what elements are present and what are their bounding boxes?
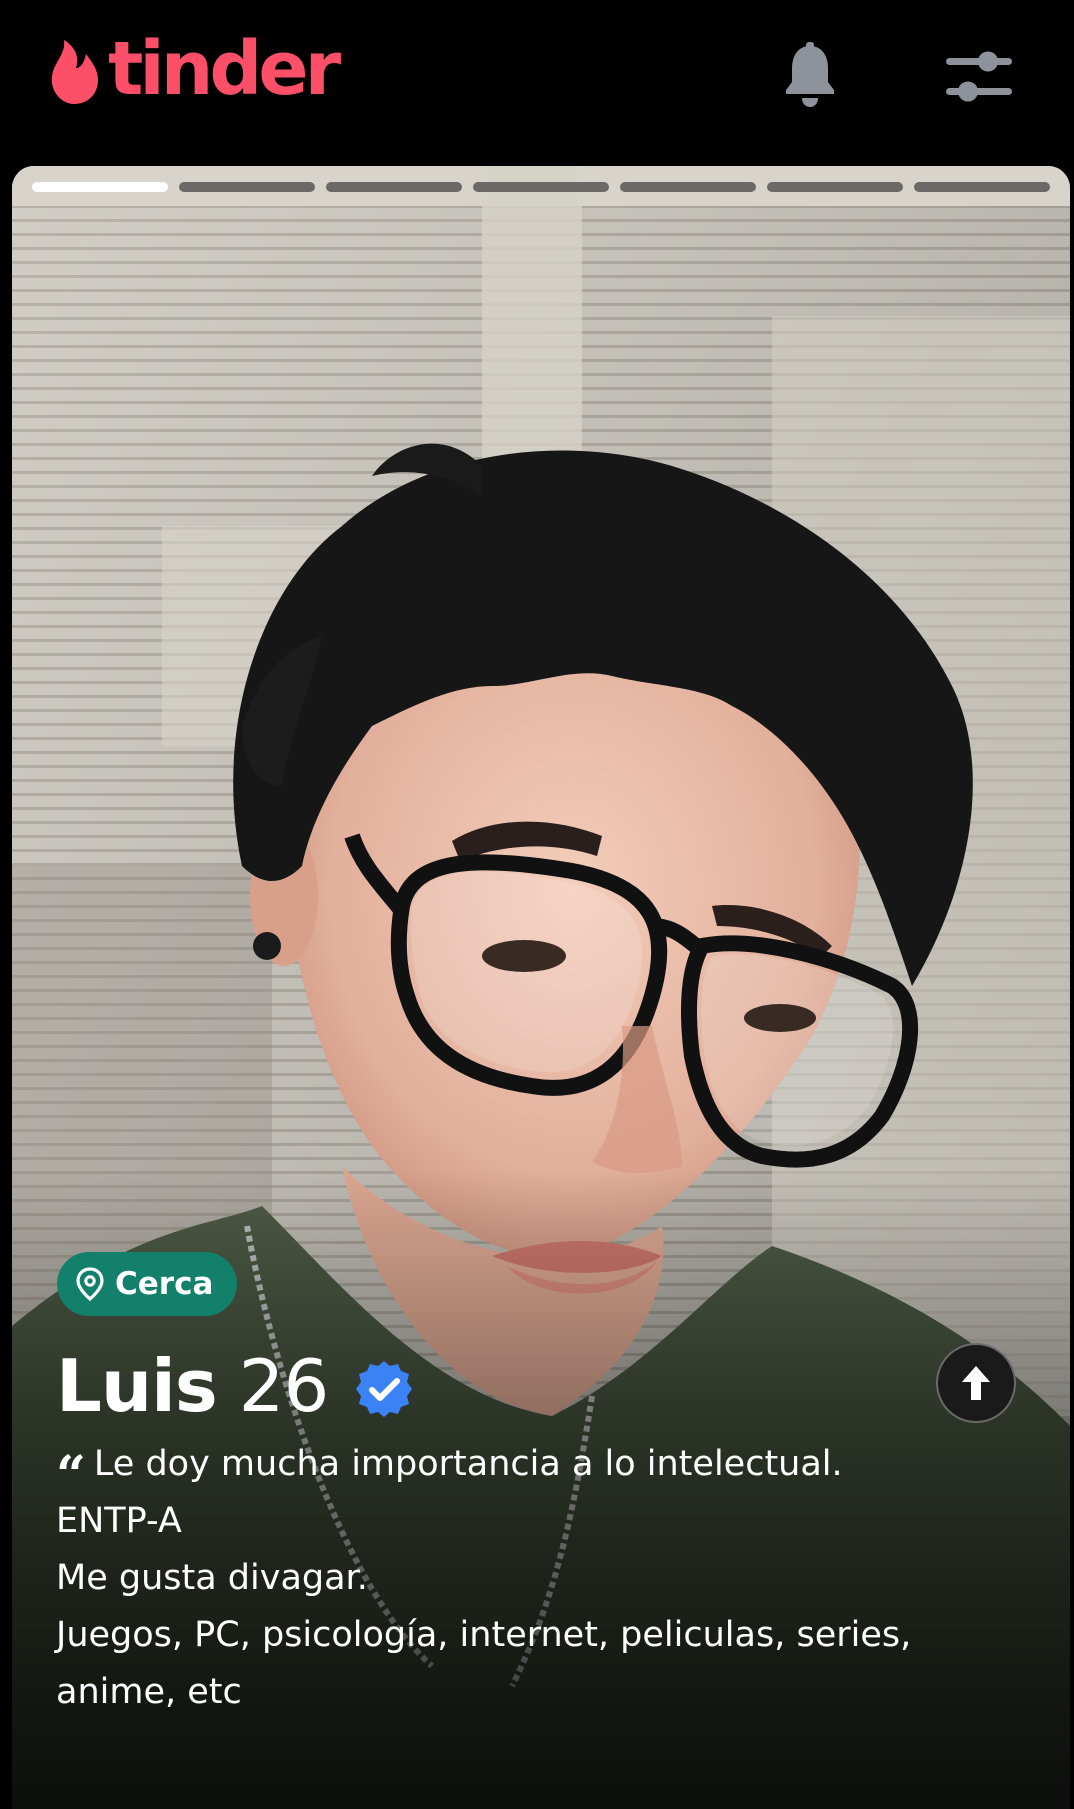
- photo-progress-segment[interactable]: [767, 182, 903, 192]
- sliders-icon[interactable]: [944, 46, 1014, 108]
- distance-badge-label: Cerca: [115, 1266, 214, 1302]
- verified-badge-icon[interactable]: [354, 1359, 414, 1419]
- distance-badge: Cerca: [57, 1252, 238, 1316]
- bio-line-text: Le doy mucha importancia a lo intelectua…: [93, 1444, 843, 1484]
- bio-line: Juegos, PC, psicología, internet, pelicu…: [56, 1615, 912, 1655]
- top-bar: tinder: [0, 0, 1074, 165]
- profile-card[interactable]: Cerca Luis 26 “Le doy mucha importancia …: [12, 166, 1070, 1809]
- photo-progress-segment[interactable]: [914, 182, 1050, 192]
- photo-progress-segment[interactable]: [32, 182, 168, 192]
- arrow-up-icon: [962, 1366, 990, 1400]
- bio-line: ENTP-A: [56, 1501, 182, 1541]
- bio-line: Me gusta divagar.: [56, 1558, 368, 1598]
- logo-wordmark: tinder: [108, 26, 341, 112]
- photo-progress-segment[interactable]: [473, 182, 609, 192]
- photo-progress-segment[interactable]: [620, 182, 756, 192]
- bell-icon[interactable]: [782, 42, 838, 108]
- bio-line: anime, etc: [56, 1672, 242, 1712]
- photo-progress-indicator: [32, 182, 1050, 192]
- profile-age: 26: [238, 1344, 330, 1428]
- tinder-logo[interactable]: tinder: [44, 32, 341, 108]
- location-pin-icon: [76, 1267, 104, 1301]
- photo-progress-segment[interactable]: [179, 182, 315, 192]
- profile-bio: “Le doy mucha importancia a lo intelectu…: [56, 1436, 1036, 1721]
- flame-icon: [51, 40, 98, 104]
- bio-line: “Le doy mucha importancia a lo intelectu…: [56, 1444, 843, 1506]
- profile-name-row: Luis 26: [56, 1344, 414, 1428]
- profile-name: Luis: [56, 1344, 218, 1428]
- expand-profile-button[interactable]: [936, 1343, 1016, 1423]
- photo-progress-segment[interactable]: [326, 182, 462, 192]
